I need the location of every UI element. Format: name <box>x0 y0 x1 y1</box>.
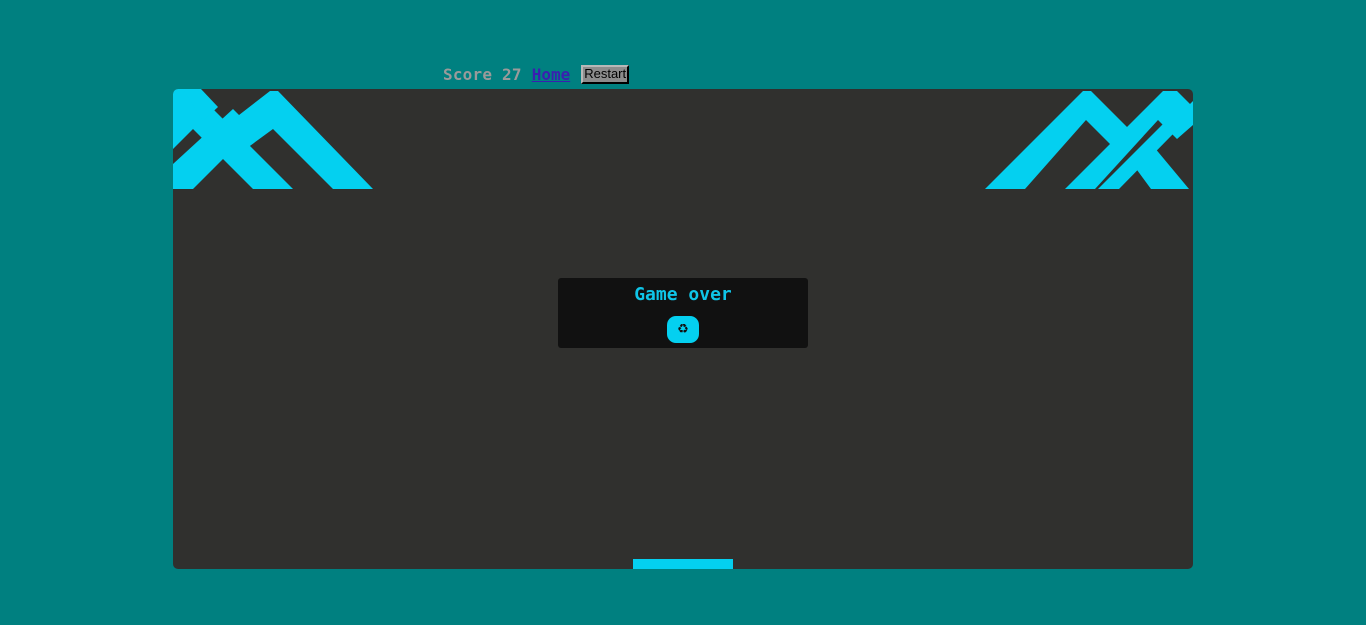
paddle <box>633 559 733 569</box>
top-bar: Score 27 Home Restart <box>443 64 630 84</box>
score-label: Score <box>443 64 493 84</box>
game-over-title: Game over <box>634 284 732 305</box>
game-over-dialog: Game over ♻ <box>558 278 808 348</box>
game-board[interactable]: Game over ♻ <box>173 89 1193 569</box>
score-display: Score 27 <box>443 65 522 84</box>
brick-group-left <box>173 89 373 189</box>
restart-button[interactable]: Restart <box>581 64 630 84</box>
brick-group-right <box>985 91 1193 189</box>
replay-button[interactable]: ♻ <box>667 316 699 343</box>
recycle-icon: ♻ <box>677 322 689 337</box>
score-value: 27 <box>502 64 522 84</box>
brick <box>985 91 1133 189</box>
home-link[interactable]: Home <box>532 65 571 84</box>
